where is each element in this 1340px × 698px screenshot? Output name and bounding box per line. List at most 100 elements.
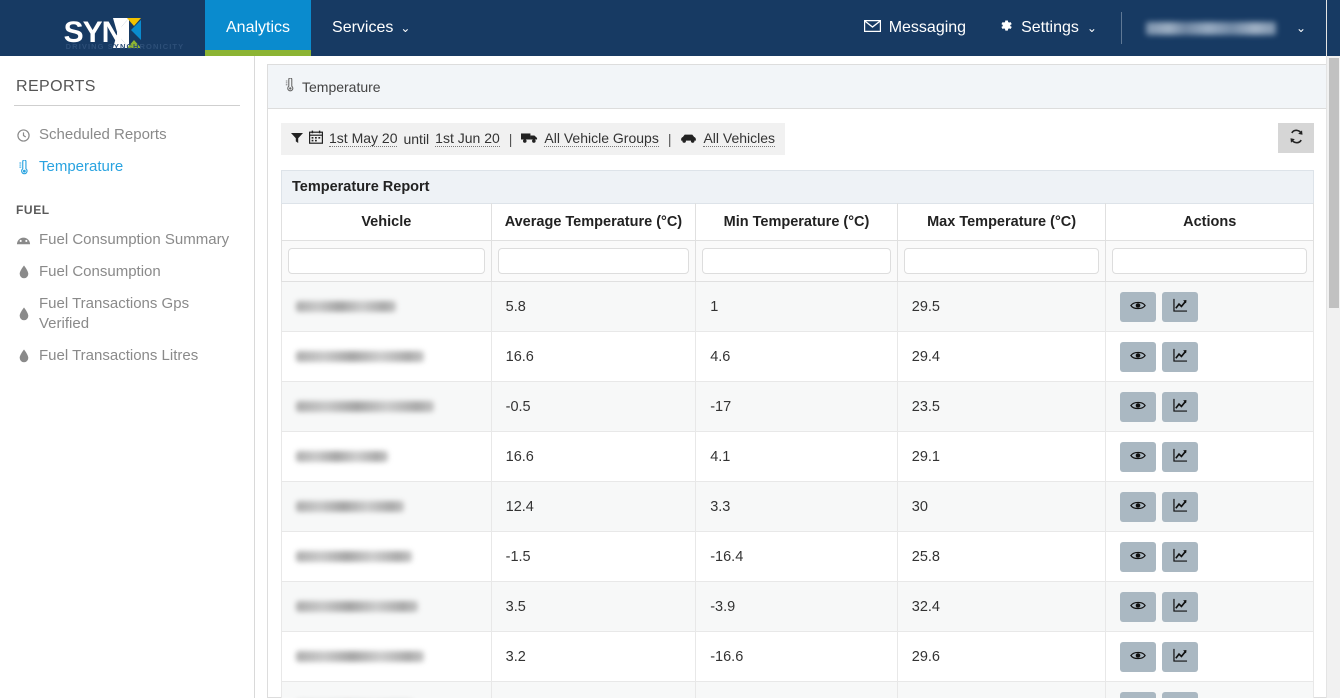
column-header-vehicle[interactable]: Vehicle: [281, 203, 492, 241]
filter-cell-max: [896, 240, 1107, 282]
cell-max-temperature: 32.4: [896, 581, 1107, 632]
eye-icon: [1130, 399, 1147, 414]
account-name-redacted: [1145, 21, 1276, 35]
eye-icon: [1130, 299, 1147, 314]
clock-icon: [16, 128, 31, 142]
temperature-report-table: Vehicle Average Temperature (°C) Min Tem…: [281, 203, 1314, 698]
gear-icon: [998, 18, 1013, 38]
primary-nav-tabs: Analytics Services ⌄: [205, 0, 431, 56]
action-button-group: [1120, 391, 1299, 422]
column-header-max-temperature[interactable]: Max Temperature (°C): [896, 203, 1107, 241]
account-menu[interactable]: ⌄: [1130, 21, 1322, 35]
page-scrollbar-thumb[interactable]: [1329, 58, 1339, 308]
max-temperature-filter-input[interactable]: [903, 248, 1100, 274]
vehicle-filter-input[interactable]: [288, 248, 485, 274]
cell-vehicle: [281, 281, 492, 332]
funnel-icon: [291, 131, 303, 147]
nav-right-group: Messaging Settings ⌄ ⌄: [848, 0, 1340, 56]
vehicle-name-redacted: [296, 551, 412, 562]
chart-button[interactable]: [1162, 591, 1199, 622]
cell-min-temperature: 3.3: [695, 481, 898, 532]
chart-button[interactable]: [1162, 441, 1199, 472]
sidebar-item-fuel-consumption-summary[interactable]: Fuel Consumption Summary: [0, 224, 254, 256]
thermometer-icon: [16, 159, 31, 175]
droplet-icon: [16, 349, 31, 363]
view-button[interactable]: [1120, 441, 1157, 472]
cell-max-temperature: 23.5: [896, 381, 1107, 432]
cell-min-temperature: 4.1: [695, 431, 898, 482]
vehicles-link[interactable]: All Vehicles: [703, 130, 776, 147]
view-button[interactable]: [1120, 591, 1157, 622]
vehicle-name-redacted: [296, 451, 388, 462]
table-row: [281, 681, 1314, 698]
sidebar-item-fuel-consumption[interactable]: Fuel Consumption: [0, 256, 254, 288]
average-temperature-filter-input[interactable]: [497, 248, 690, 274]
car-icon: [680, 131, 697, 147]
line-chart-icon: [1173, 548, 1188, 565]
cell-vehicle: [281, 531, 492, 582]
chart-button[interactable]: [1162, 691, 1199, 698]
chart-button[interactable]: [1162, 391, 1199, 422]
refresh-button[interactable]: [1278, 123, 1314, 153]
chart-button[interactable]: [1162, 341, 1199, 372]
view-button[interactable]: [1120, 491, 1157, 522]
cell-min-temperature: -3.9: [695, 581, 898, 632]
tab-services[interactable]: Services ⌄: [311, 0, 431, 56]
sidebar-section-fuel: FUEL: [16, 203, 50, 217]
brand-logo[interactable]: SYN DRIVING SYNCHRONICITY: [0, 0, 205, 56]
settings-button[interactable]: Settings ⌄: [982, 18, 1113, 38]
table-row: 3.5 -3.9 32.4: [281, 581, 1314, 632]
chart-button[interactable]: [1162, 641, 1199, 672]
line-chart-icon: [1173, 498, 1188, 515]
column-header-average-temperature[interactable]: Average Temperature (°C): [490, 203, 697, 241]
cell-min-temperature: 1: [695, 281, 898, 332]
until-label: until: [403, 130, 430, 147]
action-button-group: [1120, 641, 1299, 672]
view-button[interactable]: [1120, 291, 1157, 322]
tab-analytics-label: Analytics: [226, 19, 291, 36]
cell-max-temperature: 30: [896, 481, 1107, 532]
filter-separator: |: [667, 130, 672, 147]
view-button[interactable]: [1120, 341, 1157, 372]
page-scrollbar[interactable]: [1326, 0, 1340, 698]
cell-average-temperature: 3.2: [490, 631, 697, 682]
cell-average-temperature: -1.5: [490, 531, 697, 582]
vehicle-name-redacted: [296, 501, 404, 512]
filter-cell-average: [490, 240, 697, 282]
cell-max-temperature: 29.6: [896, 631, 1107, 682]
cell-actions: [1105, 381, 1314, 432]
cell-average-temperature: 5.8: [490, 281, 697, 332]
sidebar-item-fuel-transactions-litres[interactable]: Fuel Transactions Litres: [0, 340, 254, 372]
sidebar-item-scheduled-reports[interactable]: Scheduled Reports: [0, 119, 254, 151]
view-button[interactable]: [1120, 391, 1157, 422]
refresh-icon: [1289, 129, 1304, 148]
actions-filter-input[interactable]: [1112, 248, 1307, 274]
vehicle-group-link[interactable]: All Vehicle Groups: [544, 130, 659, 147]
tab-analytics[interactable]: Analytics: [205, 0, 312, 56]
action-button-group: [1120, 441, 1299, 472]
filter-separator: |: [508, 130, 513, 147]
chart-button[interactable]: [1162, 291, 1199, 322]
view-button[interactable]: [1120, 691, 1157, 698]
cell-actions: [1105, 331, 1314, 382]
view-button[interactable]: [1120, 641, 1157, 672]
action-button-group: [1120, 341, 1299, 372]
cell-max-temperature: 29.4: [896, 331, 1107, 382]
chart-button[interactable]: [1162, 541, 1199, 572]
sidebar-item-fuel-transactions-gps-verified[interactable]: Fuel Transactions Gps Verified: [0, 288, 254, 340]
cell-max-temperature: 25.8: [896, 531, 1107, 582]
view-button[interactable]: [1120, 541, 1157, 572]
min-temperature-filter-input[interactable]: [702, 248, 891, 274]
logo-tagline: DRIVING SYNCHRONICITY: [65, 42, 185, 51]
eye-icon: [1130, 599, 1147, 614]
date-from-link[interactable]: 1st May 20: [329, 130, 398, 147]
column-header-min-temperature[interactable]: Min Temperature (°C): [695, 203, 898, 241]
sidebar-item-temperature[interactable]: Temperature: [0, 151, 254, 183]
chart-button[interactable]: [1162, 491, 1199, 522]
cell-average-temperature: -0.5: [490, 381, 697, 432]
filter-cell-min: [695, 240, 898, 282]
messaging-button[interactable]: Messaging: [848, 19, 982, 37]
cell-max-temperature: [896, 681, 1107, 698]
date-to-link[interactable]: 1st Jun 20: [435, 130, 500, 147]
line-chart-icon: [1173, 298, 1188, 315]
